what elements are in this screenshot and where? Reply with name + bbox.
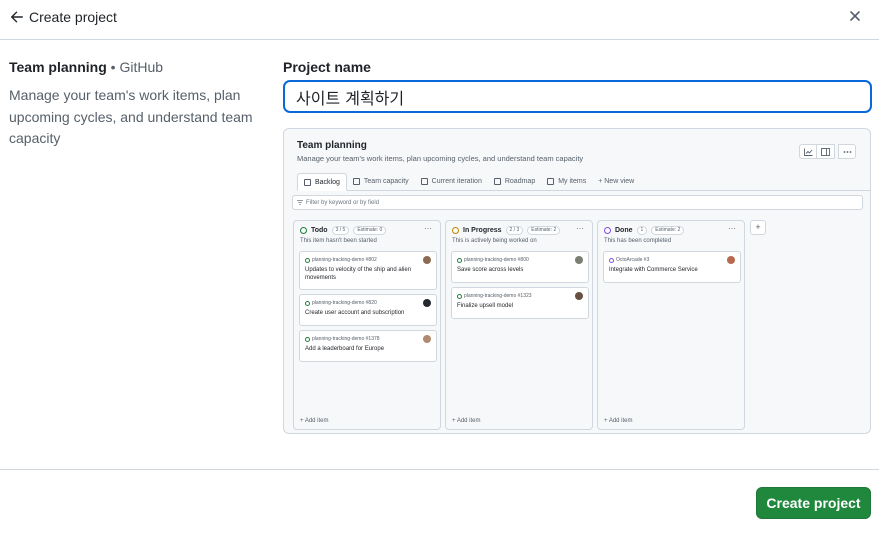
template-name: Team planning — [9, 59, 107, 75]
column-description: This is actively being worked on — [452, 238, 537, 244]
template-separator: • — [110, 59, 116, 75]
board-column-todo: Todo 3 / 5 Estimate: 0 ··· This item has… — [293, 220, 441, 430]
column-description: This has been completed — [604, 238, 672, 244]
issue-open-icon — [305, 257, 310, 263]
kebab-horizontal-icon — [838, 144, 856, 159]
preview-description: Manage your team's work items, plan upco… — [297, 154, 584, 163]
card-title: Create user account and subscription — [305, 310, 405, 316]
arrow-left-icon[interactable] — [10, 10, 24, 24]
sidebar-icon — [817, 144, 835, 159]
board-card: planning-tracking-demo #1323 Finalize up… — [451, 287, 589, 319]
card-title: Integrate with Commerce Service — [609, 267, 698, 273]
insights-icon — [799, 144, 817, 159]
filter-icon — [297, 200, 303, 205]
column-count: 2 / 3 — [505, 226, 524, 235]
column-name: Todo — [311, 227, 328, 234]
preview-tab-roadmap: Roadmap — [488, 173, 541, 190]
column-name: In Progress — [463, 227, 502, 234]
board-card: planning-tracking-demo #820 Create user … — [299, 294, 437, 326]
card-title: Add a leaderboard for Europe — [305, 346, 385, 352]
table-icon — [547, 178, 555, 185]
template-title: Team planning • GitHub — [9, 58, 163, 76]
project-name-input[interactable] — [283, 80, 872, 113]
board-card: planning-tracking-demo #802 Updates to v… — [299, 251, 437, 290]
column-estimate: Estimate: 2 — [527, 226, 561, 235]
roadmap-icon — [493, 178, 501, 185]
avatar — [575, 292, 583, 300]
column-menu-icon: ··· — [576, 224, 584, 233]
issue-open-icon — [457, 257, 462, 263]
card-title: Finalize upsell model — [457, 303, 514, 309]
column-menu-icon: ··· — [728, 224, 736, 233]
preview-tabs: Backlog Team capacity Current iteration … — [297, 173, 870, 191]
board-icon — [304, 178, 311, 186]
board-card: planning-tracking-demo #800 Save score a… — [451, 251, 589, 283]
project-name-label: Project name — [283, 59, 371, 75]
avatar — [423, 335, 431, 343]
column-count: 1 — [636, 226, 648, 235]
table-icon — [352, 178, 360, 185]
card-title: Save score across levels — [457, 267, 524, 273]
preview-tab-new-view: + New view — [598, 178, 635, 185]
issue-open-icon — [305, 300, 310, 306]
avatar — [727, 256, 735, 264]
add-item-button: + Add item — [604, 418, 633, 424]
create-project-button[interactable]: Create project — [756, 487, 871, 519]
preview-tab-current-iteration: Current iteration — [415, 173, 488, 190]
avatar — [423, 256, 431, 264]
preview-toolbar — [799, 144, 856, 159]
board-column-in-progress: In Progress 2 / 3 Estimate: 2 ··· This i… — [445, 220, 593, 430]
column-description: This item hasn't been started — [300, 238, 377, 244]
issue-open-icon — [305, 336, 310, 342]
column-menu-icon: ··· — [424, 224, 432, 233]
column-count: 3 / 5 — [331, 226, 350, 235]
board-column-done: Done 1 Estimate: 2 ··· This has been com… — [597, 220, 745, 430]
dialog-header: Create project — [0, 0, 879, 40]
preview-tab-my-items: My items — [541, 173, 592, 190]
add-item-button: + Add item — [452, 418, 481, 424]
status-todo-icon — [300, 227, 307, 234]
issue-open-icon — [457, 293, 462, 299]
preview-tab-backlog: Backlog — [297, 173, 347, 191]
preview-filter-input: Filter by keyword or by field — [292, 195, 863, 210]
template-description: Manage your team's work items, plan upco… — [9, 87, 253, 146]
card-title: Updates to velocity of the ship and alie… — [305, 267, 412, 281]
avatar — [575, 256, 583, 264]
add-column-button: + — [750, 220, 766, 235]
board-card: planning-tracking-demo #1378 Add a leade… — [299, 330, 437, 362]
template-preview: Team planning Manage your team's work it… — [283, 128, 871, 434]
status-done-icon — [604, 227, 611, 234]
footer-divider — [0, 469, 879, 470]
column-estimate: Estimate: 2 — [651, 226, 685, 235]
column-estimate: Estimate: 0 — [353, 226, 387, 235]
avatar — [423, 299, 431, 307]
board-card: OctoArcade #3 Integrate with Commerce Se… — [603, 251, 741, 283]
template-source: GitHub — [119, 59, 164, 75]
preview-title: Team planning — [297, 140, 367, 151]
status-in-progress-icon — [452, 227, 459, 234]
column-name: Done — [615, 227, 633, 234]
issue-closed-icon — [609, 257, 614, 263]
table-icon — [420, 178, 428, 185]
preview-tab-team-capacity: Team capacity — [347, 173, 415, 190]
close-icon[interactable] — [845, 6, 865, 26]
dialog-title: Create project — [29, 9, 117, 25]
add-item-button: + Add item — [300, 418, 329, 424]
